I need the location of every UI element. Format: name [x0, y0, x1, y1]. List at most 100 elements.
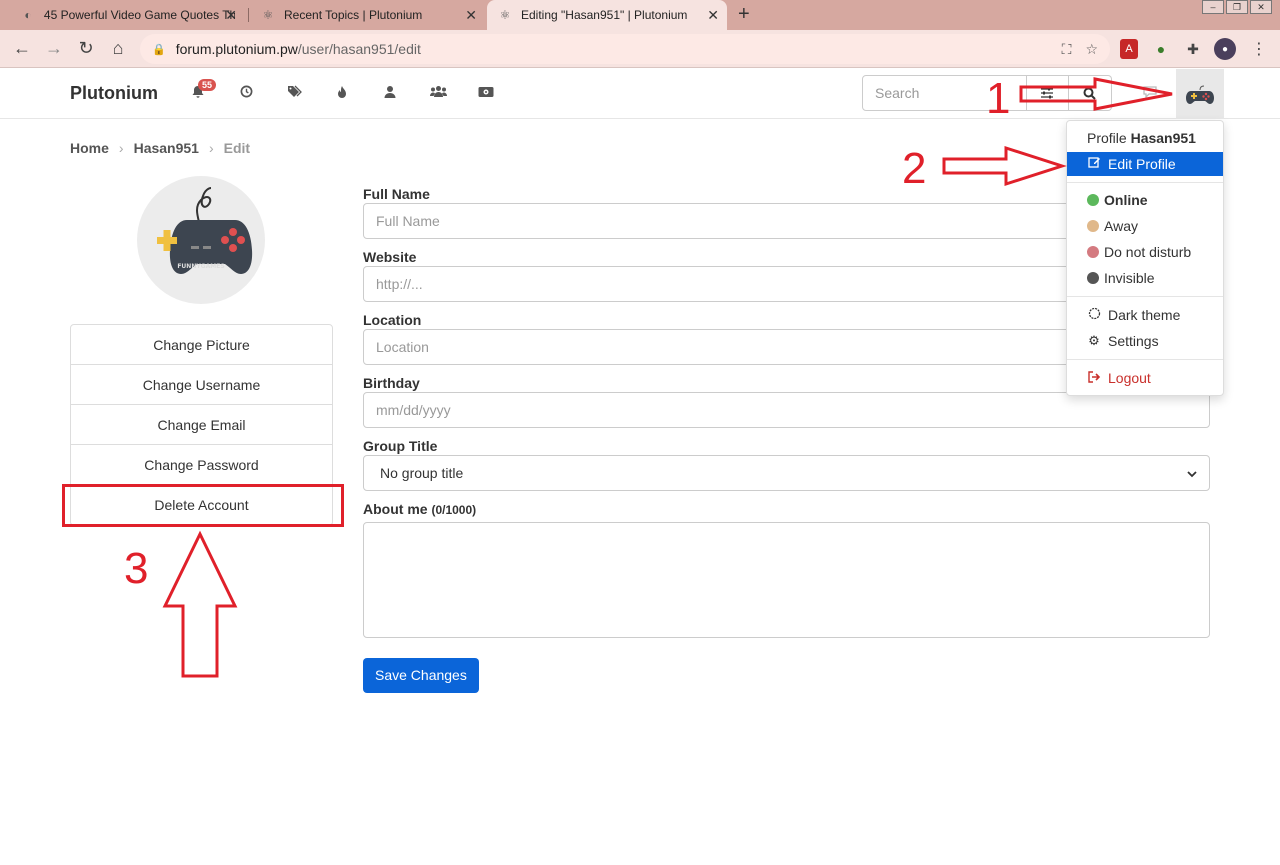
- browser-tab-active[interactable]: ⚛ Editing "Hasan951" | Plutonium ✕: [487, 0, 727, 30]
- close-window-icon[interactable]: ✕: [1250, 0, 1272, 14]
- back-icon[interactable]: ←: [10, 38, 34, 59]
- change-email-button[interactable]: Change Email: [71, 405, 332, 445]
- edit-profile-menu-item[interactable]: Edit Profile: [1067, 152, 1223, 176]
- status-dnd-item[interactable]: Do not disturb: [1067, 240, 1223, 264]
- status-label: Do not disturb: [1104, 244, 1192, 260]
- site-brand[interactable]: Plutonium: [70, 83, 158, 104]
- settings-label: Settings: [1108, 333, 1159, 349]
- birthday-field[interactable]: mm/dd/yyyy: [363, 392, 1210, 428]
- tab-title: Recent Topics | Plutonium: [284, 8, 423, 22]
- save-changes-button[interactable]: Save Changes: [363, 658, 479, 693]
- translate-icon[interactable]: ⛶: [1062, 41, 1072, 58]
- user-menu-toggle[interactable]: [1176, 69, 1224, 119]
- menu-divider: [1067, 182, 1223, 183]
- breadcrumb-chevron-icon: ›: [208, 140, 214, 156]
- annotation-step-3: 3: [124, 544, 149, 593]
- edit-pencil-icon: [1087, 156, 1101, 172]
- breadcrumb: Home › Hasan951 › Edit: [70, 140, 250, 156]
- address-toolbar: ← → ↻ ⌂ 🔒 forum.plutonium.pw/user/hasan9…: [0, 30, 1280, 68]
- dark-theme-circle-icon: [1087, 307, 1101, 323]
- browser-tab[interactable]: ◐ 45 Powerful Video Game Quotes Th ✕: [10, 0, 245, 30]
- tags-icon[interactable]: [284, 85, 304, 101]
- browser-menu-icon[interactable]: ⋮: [1248, 38, 1270, 60]
- status-label: Away: [1104, 218, 1138, 234]
- url-bar[interactable]: 🔒 forum.plutonium.pw/user/hasan951/edit …: [140, 34, 1110, 64]
- breadcrumb-home[interactable]: Home: [70, 140, 109, 156]
- breadcrumb-chevron-icon: ›: [118, 140, 124, 156]
- about-me-label-text: About me: [363, 501, 428, 517]
- profile-avatar: FUNNYGAMES: [137, 176, 265, 304]
- status-away-item[interactable]: Away: [1067, 214, 1223, 238]
- minimize-icon[interactable]: –: [1202, 0, 1224, 14]
- gamepad-avatar-icon: FUNNYGAMES: [157, 187, 253, 274]
- group-title-select[interactable]: No group title: [363, 455, 1210, 491]
- home-icon[interactable]: ⌂: [106, 38, 130, 59]
- tab-title: 45 Powerful Video Game Quotes Th: [43, 8, 235, 22]
- breadcrumb-user[interactable]: Hasan951: [134, 140, 199, 156]
- new-tab-button[interactable]: +: [738, 3, 750, 26]
- extensions-puzzle-icon[interactable]: ✚: [1182, 38, 1204, 60]
- browser-profile-avatar[interactable]: ●: [1214, 38, 1236, 60]
- menu-divider: [1067, 359, 1223, 360]
- url-host: forum.plutonium.pw: [175, 41, 298, 57]
- globe-extension-icon[interactable]: ●: [1150, 38, 1172, 60]
- popular-fire-icon[interactable]: [332, 85, 352, 102]
- edit-profile-label: Edit Profile: [1108, 156, 1176, 172]
- breadcrumb-current: Edit: [223, 140, 251, 156]
- status-dot-icon: [1087, 220, 1099, 232]
- tab-close-icon[interactable]: ✕: [465, 7, 477, 24]
- dark-theme-item[interactable]: Dark theme: [1067, 303, 1223, 327]
- menu-divider: [1067, 296, 1223, 297]
- about-me-textarea[interactable]: [363, 522, 1210, 638]
- url-path: /user/hasan951/edit: [297, 41, 421, 57]
- tab-favicon-icon: ⚛: [499, 8, 511, 22]
- gear-icon: ⚙: [1088, 333, 1100, 348]
- group-title-label: Group Title: [363, 438, 438, 454]
- logout-item[interactable]: Logout: [1067, 366, 1223, 390]
- pdf-extension-icon[interactable]: A: [1120, 39, 1138, 59]
- tab-title: Editing "Hasan951" | Plutonium: [521, 8, 688, 22]
- status-dot-icon: [1087, 272, 1099, 284]
- notifications-badge: 55: [198, 79, 217, 91]
- gamepad-avatar-icon: [1186, 85, 1214, 104]
- logout-icon: [1087, 370, 1101, 386]
- status-online-item[interactable]: Online: [1067, 188, 1223, 212]
- forward-icon[interactable]: →: [42, 38, 66, 59]
- delete-account-highlight: [62, 484, 344, 527]
- change-username-button[interactable]: Change Username: [71, 365, 332, 405]
- profile-prefix: Profile: [1087, 130, 1127, 146]
- status-invisible-item[interactable]: Invisible: [1067, 266, 1223, 290]
- search-icon[interactable]: [1068, 75, 1112, 111]
- status-dot-icon: [1087, 246, 1099, 258]
- profile-username: Hasan951: [1130, 130, 1196, 146]
- users-icon[interactable]: [380, 85, 400, 102]
- restore-icon[interactable]: ❐: [1226, 0, 1248, 14]
- about-me-counter: (0/1000): [431, 503, 477, 517]
- group-title-value: No group title: [380, 465, 464, 481]
- browser-tab-bar: ◐ 45 Powerful Video Game Quotes Th ✕ ⚛ R…: [0, 0, 1280, 30]
- tab-favicon-icon: ⚛: [262, 8, 274, 22]
- recent-clock-icon[interactable]: [236, 85, 256, 101]
- dark-theme-label: Dark theme: [1108, 307, 1181, 323]
- reload-icon[interactable]: ↻: [74, 38, 98, 59]
- bookmark-star-icon[interactable]: ☆: [1085, 41, 1098, 58]
- settings-item[interactable]: ⚙ Settings: [1067, 329, 1223, 353]
- chat-icon[interactable]: [1140, 85, 1160, 101]
- groups-icon[interactable]: [428, 85, 448, 101]
- tab-close-icon[interactable]: ✕: [225, 7, 237, 24]
- browser-tab[interactable]: ⚛ Recent Topics | Plutonium ✕: [250, 0, 485, 30]
- search-options-icon[interactable]: [1025, 75, 1069, 111]
- tab-favicon-icon: ◐: [24, 8, 32, 22]
- annotation-arrow-3: [162, 530, 238, 678]
- annotation-step-1: 1: [986, 74, 1011, 123]
- profile-link[interactable]: Profile Hasan951: [1067, 126, 1223, 150]
- window-controls: – ❐ ✕: [1200, 0, 1272, 14]
- change-picture-button[interactable]: Change Picture: [71, 325, 332, 365]
- annotation-arrow-2: [942, 145, 1067, 187]
- tab-close-icon[interactable]: ✕: [707, 7, 719, 24]
- logout-label: Logout: [1108, 370, 1151, 386]
- change-password-button[interactable]: Change Password: [71, 445, 332, 485]
- user-dropdown-menu: Profile Hasan951 Edit Profile Online Awa…: [1066, 120, 1224, 396]
- donate-money-icon[interactable]: [476, 85, 496, 101]
- lock-icon: 🔒: [152, 43, 166, 56]
